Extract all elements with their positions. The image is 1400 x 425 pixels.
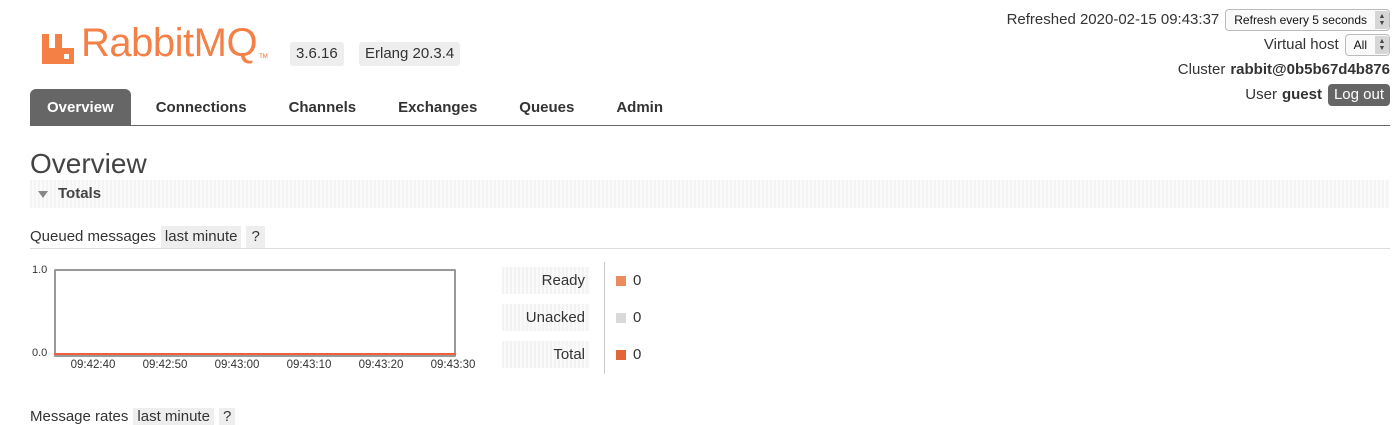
legend-label-ready: Ready — [502, 267, 590, 294]
queued-messages-header: Queued messages last minute ? — [30, 226, 265, 248]
cluster-name: rabbit@0b5b67d4b876 — [1230, 61, 1390, 78]
tab-channels[interactable]: Channels — [268, 89, 378, 126]
select-arrows-icon: ▲ ▼ — [1375, 11, 1389, 29]
legend-swatch-ready — [616, 276, 626, 286]
legend-value-ready: 0 — [633, 272, 642, 289]
legend-label-text: Total — [553, 346, 585, 363]
trademark-mark: TM — [259, 54, 268, 60]
refresh-interval-select[interactable]: Refresh every 5 seconds ▲ ▼ — [1225, 9, 1390, 31]
legend-value-total: 0 — [633, 346, 642, 363]
select-arrows-icon: ▲ ▼ — [1375, 36, 1389, 54]
legend-label-total: Total — [502, 341, 590, 368]
header-status: Refreshed 2020-02-15 09:43:37 Refresh ev… — [1007, 8, 1390, 108]
legend-label-text: Ready — [541, 272, 585, 289]
rates-help-chip[interactable]: ? — [218, 408, 236, 425]
virtual-host-select[interactable]: All ▲ ▼ — [1344, 34, 1390, 56]
section-title: Totals — [58, 185, 102, 202]
legend-divider — [604, 262, 605, 374]
x-axis-tick: 09:42:50 — [142, 359, 188, 371]
main-nav-tabs: Overview Connections Channels Exchanges … — [30, 89, 684, 126]
rabbitmq-logo: RabbitMQ TM — [40, 20, 268, 66]
legend-label-unacked: Unacked — [502, 304, 590, 331]
x-axis-tick: 09:42:40 — [70, 359, 116, 371]
queued-messages-chart — [54, 269, 456, 357]
message-rates-header: Message rates last minute ? — [30, 408, 236, 425]
user-name: guest — [1281, 86, 1322, 103]
logo-wordmark: RabbitMQ — [81, 21, 258, 65]
chart-series-line — [54, 353, 456, 355]
y-axis-tick-min: 0.0 — [32, 347, 48, 359]
version-badge: 3.6.16 — [290, 42, 344, 66]
erlang-version-badge: Erlang 20.3.4 — [359, 42, 461, 66]
queued-messages-label: Queued messages — [30, 228, 156, 245]
totals-section-toggle[interactable]: Totals — [30, 180, 1390, 208]
user-label: User — [1245, 86, 1277, 103]
tab-overview[interactable]: Overview — [30, 89, 131, 126]
refresh-interval-value: Refresh every 5 seconds — [1234, 13, 1367, 27]
legend-value-unacked: 0 — [633, 309, 642, 326]
x-axis-tick: 09:43:30 — [430, 359, 476, 371]
tab-divider — [30, 125, 1390, 126]
section-divider — [30, 248, 1390, 249]
tab-queues[interactable]: Queues — [498, 89, 595, 126]
tab-connections[interactable]: Connections — [135, 89, 268, 126]
legend-swatch-unacked — [616, 313, 626, 323]
tab-exchanges[interactable]: Exchanges — [377, 89, 498, 126]
refreshed-label: Refreshed 2020-02-15 09:43:37 — [1006, 11, 1220, 28]
tab-admin[interactable]: Admin — [595, 89, 684, 126]
y-axis-tick-max: 1.0 — [32, 264, 48, 276]
rabbit-logo-icon — [40, 22, 80, 66]
logout-button[interactable]: Log out — [1327, 84, 1390, 106]
page-title: Overview — [30, 148, 147, 179]
help-chip[interactable]: ? — [246, 226, 265, 248]
virtual-host-value: All — [1353, 38, 1367, 52]
x-axis-tick: 09:43:00 — [214, 359, 260, 371]
virtual-host-label: Virtual host — [1263, 36, 1339, 53]
cluster-label: Cluster — [1177, 61, 1226, 78]
message-rates-label: Message rates — [30, 408, 129, 425]
x-axis-tick: 09:43:10 — [286, 359, 332, 371]
legend-label-text: Unacked — [525, 309, 585, 326]
collapse-triangle-icon — [38, 190, 48, 198]
rates-range-chip[interactable]: last minute — [133, 408, 214, 425]
x-axis-tick: 09:43:20 — [358, 359, 404, 371]
range-selector-chip[interactable]: last minute — [160, 226, 242, 248]
legend-swatch-total — [616, 350, 626, 360]
